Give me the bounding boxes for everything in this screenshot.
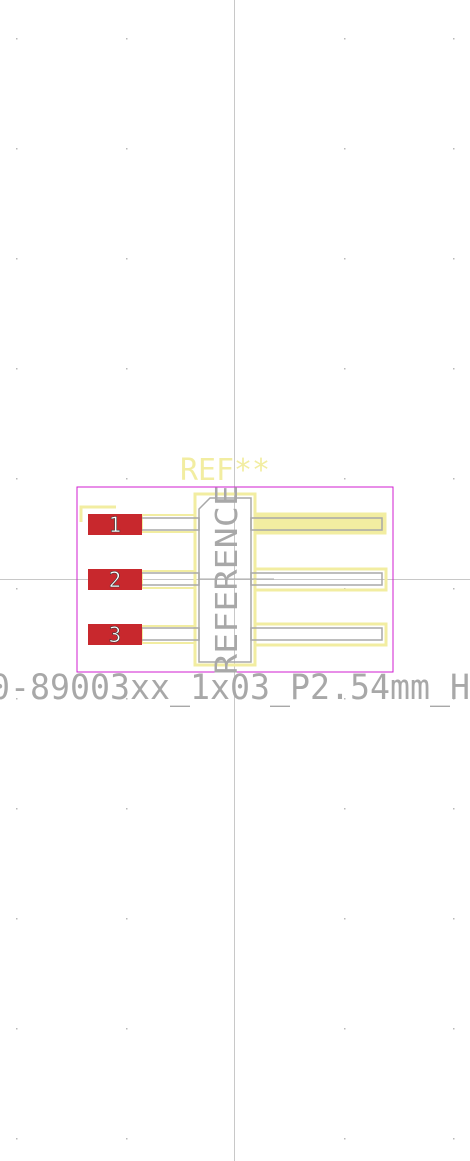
grid-dot xyxy=(16,918,18,920)
grid-dot xyxy=(453,478,455,480)
pad-1[interactable]: 1 xyxy=(88,513,142,537)
grid-dot xyxy=(344,148,346,150)
grid-dot xyxy=(126,148,128,150)
pcb-footprint-canvas[interactable]: 0-89003xx_1x03_P2.54mm_H REFERENCE 1 2 3… xyxy=(0,0,470,1161)
pad-2[interactable]: 2 xyxy=(88,568,142,592)
grid-dot xyxy=(344,368,346,370)
grid-dot xyxy=(16,368,18,370)
grid-dot xyxy=(344,918,346,920)
grid-dot xyxy=(453,148,455,150)
pad-3[interactable]: 3 xyxy=(88,623,142,647)
grid-dot xyxy=(344,478,346,480)
grid-dot xyxy=(453,38,455,40)
grid-dot xyxy=(16,38,18,40)
grid-dot xyxy=(16,1028,18,1030)
grid-dot xyxy=(16,148,18,150)
grid-dot xyxy=(344,808,346,810)
grid-dot xyxy=(453,258,455,260)
grid-dot xyxy=(126,1138,128,1140)
grid-dot xyxy=(16,588,18,590)
grid-dot xyxy=(453,588,455,590)
grid-dot xyxy=(126,478,128,480)
grid-dot xyxy=(344,258,346,260)
grid-dot xyxy=(16,808,18,810)
grid-dot xyxy=(16,478,18,480)
grid-dot xyxy=(453,1028,455,1030)
grid-dot xyxy=(126,368,128,370)
fab-reference-text[interactable]: REFERENCE xyxy=(210,485,245,675)
silkscreen-pin-lead-1 xyxy=(254,512,387,535)
grid-dot xyxy=(126,1028,128,1030)
grid-dot xyxy=(126,918,128,920)
grid-dot xyxy=(16,1138,18,1140)
grid-dot xyxy=(126,808,128,810)
reference-designator-text[interactable]: REF** xyxy=(180,453,270,488)
grid-dot xyxy=(126,258,128,260)
grid-dot xyxy=(126,38,128,40)
grid-dot xyxy=(453,1138,455,1140)
grid-dot xyxy=(344,1028,346,1030)
grid-dot xyxy=(344,1138,346,1140)
grid-dot xyxy=(453,918,455,920)
grid-dot xyxy=(453,808,455,810)
pad-2-number: 2 xyxy=(109,568,122,592)
pad-1-number: 1 xyxy=(109,513,122,537)
grid-dot xyxy=(16,258,18,260)
pad-3-number: 3 xyxy=(109,623,122,647)
grid-dot xyxy=(453,368,455,370)
grid-dot xyxy=(344,38,346,40)
